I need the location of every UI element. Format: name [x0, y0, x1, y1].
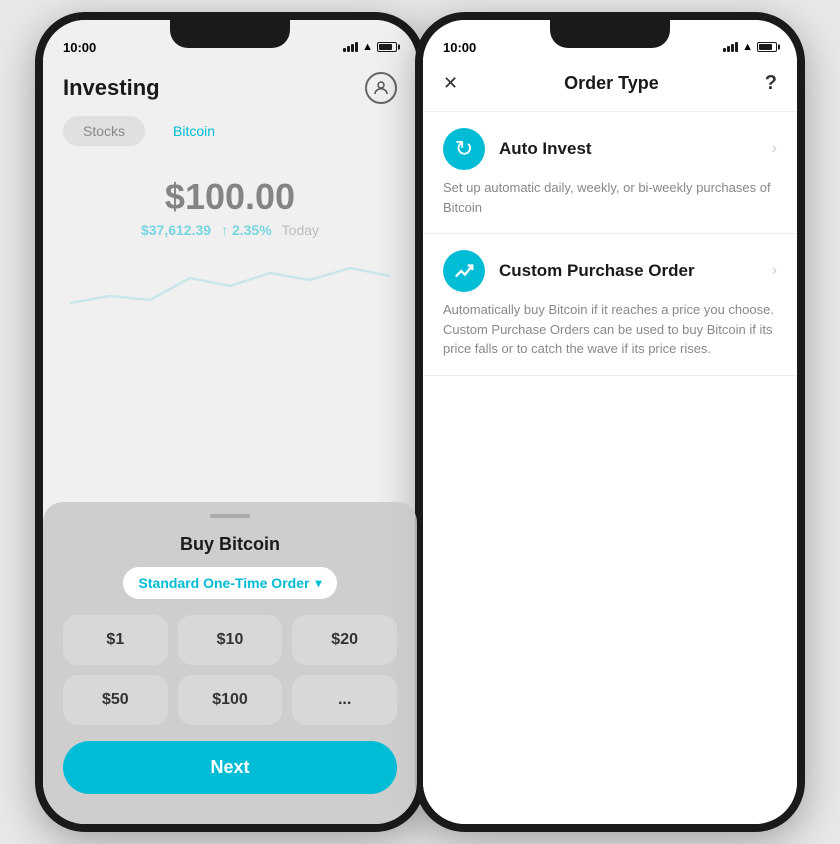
custom-order-item[interactable]: Custom Purchase Order › Automatically bu…: [423, 234, 797, 376]
time-left: 10:00: [63, 40, 96, 55]
auto-invest-item[interactable]: ↻ Auto Invest › Set up automatic daily, …: [423, 112, 797, 234]
close-button[interactable]: ✕: [443, 73, 458, 94]
auto-invest-description: Set up automatic daily, weekly, or bi-we…: [443, 178, 777, 217]
amount-btn-10[interactable]: $10: [178, 615, 283, 665]
status-icons-left: ▲: [343, 41, 397, 53]
price-area: $100.00 $37,612.39 ↑ 2.35% Today: [43, 166, 417, 253]
price-period: Today: [282, 222, 319, 238]
price-sub: $37,612.39 ↑ 2.35% Today: [43, 222, 417, 238]
modal-handle: [210, 514, 250, 518]
btc-price: $37,612.39: [141, 222, 211, 238]
tabs: Stocks Bitcoin: [43, 116, 417, 146]
wifi-icon: ▲: [362, 41, 373, 53]
next-button[interactable]: Next: [63, 741, 397, 794]
signal-icon-right: [723, 42, 738, 52]
amount-grid: $1 $10 $20 $50 $100 ...: [63, 615, 397, 725]
modal-title: Buy Bitcoin: [63, 534, 397, 555]
order-type-selector[interactable]: Standard One-Time Order ▾: [123, 567, 338, 599]
left-phone: 10:00 ▲ Investing: [35, 12, 425, 832]
auto-invest-icon: ↻: [443, 128, 485, 170]
amount-btn-100[interactable]: $100: [178, 675, 283, 725]
custom-order-icon: [443, 250, 485, 292]
notch: [170, 20, 290, 48]
signal-icon: [343, 42, 358, 52]
left-screen: 10:00 ▲ Investing: [43, 20, 417, 824]
chevron-right-icon-auto: ›: [772, 140, 777, 158]
chevron-down-icon: ▾: [315, 576, 321, 590]
investing-header: Investing: [43, 64, 417, 116]
help-button[interactable]: ?: [765, 72, 777, 95]
header-title: Order Type: [564, 73, 659, 94]
tab-bitcoin[interactable]: Bitcoin: [153, 116, 235, 146]
order-type-header: ✕ Order Type ?: [423, 64, 797, 112]
profile-icon[interactable]: [365, 72, 397, 104]
time-right: 10:00: [443, 40, 476, 55]
auto-invest-top: ↻ Auto Invest ›: [443, 128, 777, 170]
page-title: Investing: [63, 75, 160, 101]
notch-right: [550, 20, 670, 48]
amount-btn-more[interactable]: ...: [292, 675, 397, 725]
buy-modal: Buy Bitcoin Standard One-Time Order ▾ $1…: [43, 502, 417, 824]
status-icons-right: ▲: [723, 41, 777, 53]
custom-order-top: Custom Purchase Order ›: [443, 250, 777, 292]
chevron-right-icon-custom: ›: [772, 262, 777, 280]
tab-stocks[interactable]: Stocks: [63, 116, 145, 146]
amount-btn-1[interactable]: $1: [63, 615, 168, 665]
chart-area: [43, 253, 417, 313]
wifi-icon-right: ▲: [742, 41, 753, 53]
price-change: ↑ 2.35%: [221, 222, 272, 238]
battery-icon-right: [757, 42, 777, 52]
amount-btn-50[interactable]: $50: [63, 675, 168, 725]
order-type-label: Standard One-Time Order: [139, 575, 310, 591]
right-phone: 10:00 ▲ ✕ Order Type ?: [415, 12, 805, 832]
main-price: $100.00: [43, 176, 417, 218]
battery-icon: [377, 42, 397, 52]
custom-order-description: Automatically buy Bitcoin if it reaches …: [443, 300, 777, 359]
custom-order-name: Custom Purchase Order: [499, 261, 758, 281]
right-screen: 10:00 ▲ ✕ Order Type ?: [423, 20, 797, 824]
amount-btn-20[interactable]: $20: [292, 615, 397, 665]
auto-invest-name: Auto Invest: [499, 139, 758, 159]
